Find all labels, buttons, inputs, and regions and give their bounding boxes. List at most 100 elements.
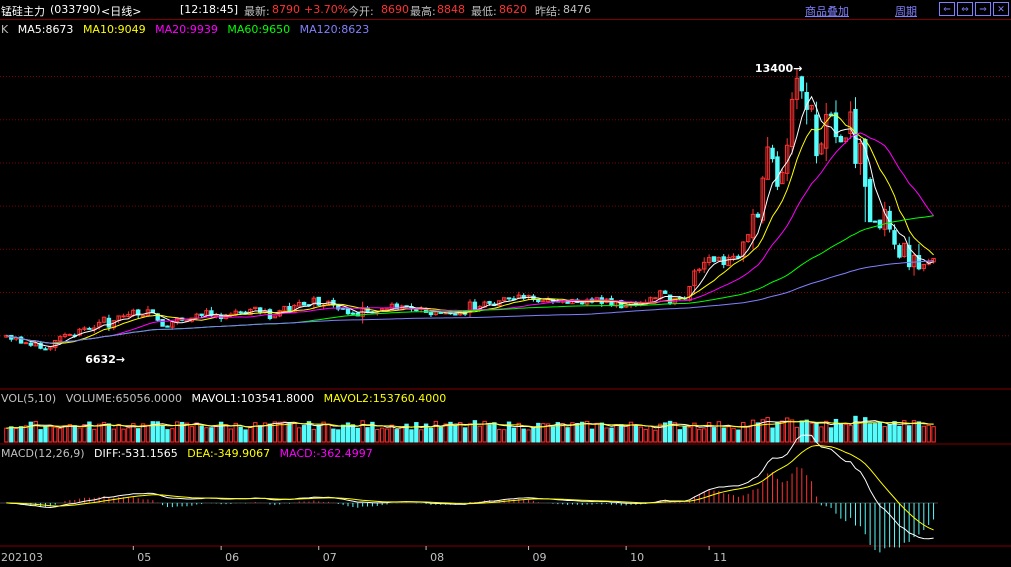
volume-bar	[9, 426, 14, 443]
volume-bar	[106, 423, 112, 443]
volume-bar	[399, 426, 404, 443]
candle-body	[87, 327, 92, 330]
diff-line	[6, 434, 934, 540]
volume-bar	[633, 425, 639, 443]
volume-bar	[809, 422, 814, 443]
volume-bar	[789, 419, 795, 443]
volume-bar	[653, 429, 658, 443]
volume-bar	[418, 429, 424, 443]
volume-bar	[565, 427, 570, 443]
volume-bar	[477, 425, 482, 443]
volume-bar	[301, 425, 307, 443]
last-label: 最新:	[244, 5, 270, 18]
low-price-mark: 6632→	[85, 353, 125, 366]
volume-bar	[160, 425, 165, 443]
volume-bar	[443, 423, 448, 443]
mavol2-line	[6, 420, 934, 429]
volume-bar	[682, 425, 687, 443]
x-axis-label: 05	[137, 551, 151, 564]
prev-settle-label: 昨结:	[535, 5, 561, 18]
volume-bar	[619, 424, 624, 443]
candle-body	[897, 245, 902, 258]
commodity-overlay-link[interactable]: 商品叠加	[805, 3, 849, 19]
quote-time: [12:18:45]	[180, 3, 238, 16]
high-price-mark: 13400→	[755, 62, 803, 75]
quote-header: 锰硅主力 (033790) <日线> [12:18:45] 最新: 8790 +…	[0, 0, 1011, 20]
volume-bar	[497, 428, 502, 443]
volume-bar	[741, 421, 746, 443]
cycle-link[interactable]: 周期	[895, 3, 917, 19]
volume-bar	[589, 428, 595, 443]
volume-bar	[92, 428, 97, 443]
candle-body	[150, 309, 156, 313]
volume-bar	[165, 429, 170, 443]
volume-bar	[292, 422, 297, 443]
volume-bar	[287, 421, 292, 443]
volume-bar	[121, 428, 126, 443]
open-value: 8690	[381, 3, 409, 16]
candle-body	[892, 230, 897, 245]
volume-bar	[726, 426, 731, 443]
volume-bar	[770, 427, 775, 443]
candle-body	[814, 114, 819, 157]
volume-bar	[609, 427, 614, 443]
candle-body	[140, 314, 146, 317]
x-axis-label: 06	[225, 551, 239, 564]
volume-bar	[731, 427, 736, 443]
volume-bar	[326, 423, 331, 443]
candle-body	[238, 311, 243, 314]
volume-bar	[375, 428, 380, 443]
volume-bar	[882, 425, 887, 443]
volume-bar	[926, 424, 931, 443]
candle-body	[487, 301, 492, 304]
volume-bar	[18, 426, 24, 443]
candle-body	[350, 312, 356, 315]
volume-bar	[877, 422, 883, 443]
scroll-left-button[interactable]: ⇐	[939, 2, 955, 16]
volume-bar	[736, 429, 741, 443]
x-axis-label: 07	[323, 551, 337, 564]
volume-bar	[814, 423, 819, 443]
volume-bar	[365, 427, 370, 443]
volume-bar	[340, 424, 346, 443]
dea-line	[6, 444, 934, 531]
volume-bar	[745, 426, 751, 443]
candle-body	[67, 333, 73, 336]
candle-body	[384, 308, 390, 311]
volume-bar	[57, 427, 63, 443]
volume-bar	[355, 427, 360, 443]
volume-bar	[433, 420, 439, 443]
low-value: 8620	[499, 3, 527, 16]
volume-bar	[331, 428, 336, 443]
volume-bar	[560, 423, 565, 443]
volume-bar	[77, 427, 82, 443]
candle-body	[453, 313, 458, 316]
volume-bar	[824, 420, 829, 443]
volume-bar	[467, 423, 473, 443]
candle-body	[160, 319, 165, 327]
zoom-button[interactable]: ⇔	[957, 2, 973, 16]
close-button[interactable]: ✕	[993, 2, 1009, 16]
candle-body	[214, 314, 219, 317]
scroll-right-button[interactable]: ⇒	[975, 2, 991, 16]
candle-body	[799, 76, 805, 92]
volume-bar	[414, 422, 419, 443]
volume-bar	[184, 422, 190, 443]
volume-bar	[96, 423, 102, 443]
volume-bar	[526, 429, 531, 443]
volume-bar	[711, 427, 717, 443]
kline-chart[interactable]: 13400→ 6632→ 202103 05 06 07 08 09 10 11	[0, 19, 1011, 567]
volume-bar	[599, 422, 604, 443]
volume-bar	[336, 429, 341, 443]
candle-body	[165, 325, 170, 328]
candle-body	[755, 213, 761, 218]
volume-bar	[248, 426, 253, 443]
volume-bar	[887, 424, 892, 443]
prev-settle-value: 8476	[563, 3, 591, 16]
volume-bar	[135, 428, 141, 443]
candle-body	[23, 342, 29, 345]
x-axis-label: 08	[430, 551, 444, 564]
volume-bar	[916, 421, 922, 443]
volume-bar	[238, 426, 243, 443]
volume-bar	[750, 419, 756, 443]
